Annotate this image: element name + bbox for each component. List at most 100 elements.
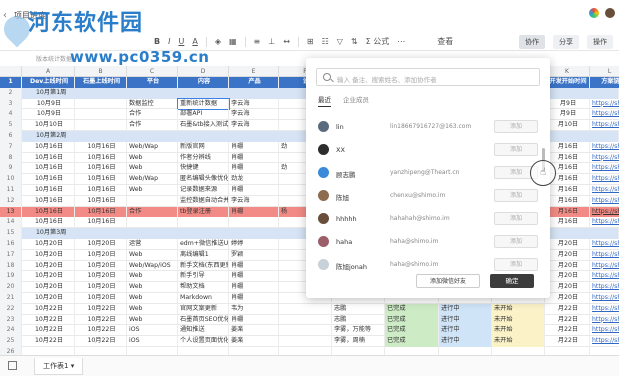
cell-link[interactable]: https://sh	[590, 315, 619, 326]
cell[interactable]: 月9日	[545, 109, 590, 121]
header-cell[interactable]: 开发开始时间	[545, 77, 590, 88]
cell[interactable]: 10月22日	[22, 336, 75, 347]
row-number[interactable]: 9	[0, 163, 22, 175]
cell[interactable]: 合作	[127, 109, 178, 121]
header-cell[interactable]: 石墨上线时间	[75, 77, 127, 88]
cell-link[interactable]: https://sh	[590, 304, 619, 315]
cell[interactable]: Web/Wap	[127, 141, 178, 153]
wrap-icon[interactable]: ↔	[279, 37, 294, 46]
ops-button[interactable]: 操作	[587, 35, 613, 49]
cell[interactable]: 月9日	[545, 98, 590, 110]
cell[interactable]: 月10日	[545, 120, 590, 131]
row-number[interactable]: 13	[0, 206, 22, 218]
cell[interactable]: 李云海	[229, 109, 279, 121]
cell[interactable]: 10月22日	[75, 325, 127, 337]
cell[interactable]: 10月20日	[22, 293, 75, 304]
cell[interactable]: 10月16日	[22, 152, 75, 164]
collab-button[interactable]: 协作	[519, 35, 545, 49]
cell[interactable]: 快捷键	[178, 163, 229, 175]
cell[interactable]: 新版官网	[178, 141, 229, 153]
share-button[interactable]: 分享	[553, 35, 579, 49]
cell[interactable]: 10月22日	[75, 303, 127, 315]
cell[interactable]	[178, 217, 229, 229]
cell[interactable]: 10月16日	[75, 152, 127, 164]
row-number[interactable]: 16	[0, 239, 22, 250]
cell[interactable]: 部署API	[178, 109, 229, 121]
row-number[interactable]: 17	[0, 249, 22, 261]
row-number[interactable]: 19	[0, 271, 22, 283]
column-header[interactable]: D	[178, 66, 229, 77]
cell[interactable]: 10月16日	[75, 185, 127, 196]
filter-icon[interactable]: ▽	[333, 37, 347, 46]
cell[interactable]: 肖硼	[229, 260, 279, 272]
cell[interactable]	[75, 98, 127, 110]
cell[interactable]: 志鹏	[332, 314, 385, 326]
cell[interactable]: 通知推送	[178, 325, 229, 337]
cell-link[interactable]: https://sh	[590, 261, 619, 272]
cell[interactable]: 10月20日	[75, 249, 127, 261]
cell[interactable]: iOS	[127, 325, 178, 337]
cell[interactable]: edm+微信推送U	[178, 239, 229, 250]
cell[interactable]: Web	[127, 293, 178, 304]
font-color-button[interactable]: A	[188, 37, 201, 46]
cell[interactable]: Web	[127, 271, 178, 283]
cell[interactable]: 帮助文档	[178, 282, 229, 293]
cell[interactable]: 记录数据来源	[178, 185, 229, 196]
cell[interactable]: 婷婷	[229, 239, 279, 250]
cell[interactable]: 10月20日	[75, 239, 127, 250]
table-row[interactable]: 22 10月22日 10月22日 Web 官网文案更新 韦为 志鹏 已完成 进行中 未开始 月22日…	[0, 303, 619, 315]
cell[interactable]: 未开始	[492, 325, 545, 337]
cell-link[interactable]: https://sh	[590, 142, 619, 153]
row-number[interactable]: 1	[0, 77, 22, 88]
cell[interactable]: 10月16日	[22, 163, 75, 175]
cell[interactable]: 10月16日	[75, 174, 127, 185]
cell[interactable]: 肖硼	[229, 271, 279, 283]
cell[interactable]: 数据监控	[127, 98, 178, 110]
cell[interactable]: 月22日	[545, 303, 590, 315]
cell[interactable]: 月16日	[545, 152, 590, 164]
cell-link[interactable]: https://sh	[590, 293, 619, 304]
cell[interactable]: 运营	[127, 239, 178, 250]
cell[interactable]: 官网文案更新	[178, 303, 229, 315]
cell[interactable]: 新手引导	[178, 271, 229, 283]
cell-link[interactable]: https://sh	[590, 153, 619, 164]
cell[interactable]: 10月16日	[22, 141, 75, 153]
header-cell[interactable]: 平台	[127, 77, 178, 88]
cell[interactable]: 进行中	[439, 325, 492, 337]
cell-link[interactable]: https://sh	[590, 185, 619, 196]
column-header[interactable]: L	[590, 66, 619, 77]
row-number[interactable]: 8	[0, 152, 22, 164]
cell[interactable]: 10月20日	[75, 293, 127, 304]
cell[interactable]: 10月16日	[75, 141, 127, 153]
freeze-icon[interactable]: ☷	[318, 37, 333, 46]
cell[interactable]: 10月22日	[22, 303, 75, 315]
cell[interactable]: 10月16日	[22, 217, 75, 229]
cell[interactable]: 月20日	[545, 282, 590, 293]
cell[interactable]: 匿名编辑头像优化	[178, 174, 229, 185]
header-cell[interactable]: Dev上线时间	[22, 77, 75, 88]
row-number[interactable]: 24	[0, 325, 22, 337]
cell[interactable]: Web	[127, 163, 178, 175]
add-sheet-icon[interactable]	[8, 361, 17, 370]
cell[interactable]: 10月20日	[22, 239, 75, 250]
merge-icon[interactable]: ⊞	[303, 37, 318, 46]
cell[interactable]: Web	[127, 303, 178, 315]
cell[interactable]: 韦为	[229, 303, 279, 315]
cell[interactable]: 月16日	[545, 195, 590, 207]
more-icon[interactable]: ⋯	[393, 37, 409, 46]
cell[interactable]: 石墨首页SEO优化	[178, 314, 229, 326]
cell[interactable]: 10月16日	[75, 195, 127, 207]
cell[interactable]: 进行中	[439, 303, 492, 315]
row-number[interactable]: 2	[0, 87, 22, 99]
cell[interactable]: 月20日	[545, 249, 590, 261]
row-number[interactable]: 12	[0, 195, 22, 207]
cell[interactable]: 10月20日	[22, 282, 75, 293]
cell[interactable]: 月20日	[545, 271, 590, 283]
row-number[interactable]: 18	[0, 260, 22, 272]
cell[interactable]: 作者分辨线	[178, 152, 229, 164]
cell[interactable]: 10月10日	[22, 120, 75, 131]
cell[interactable]: 肖硼	[229, 163, 279, 175]
cell[interactable]: 月20日	[545, 239, 590, 250]
header-cell[interactable]: 产品	[229, 77, 279, 88]
cell[interactable]: 石墨&tb接入测试	[178, 120, 229, 131]
